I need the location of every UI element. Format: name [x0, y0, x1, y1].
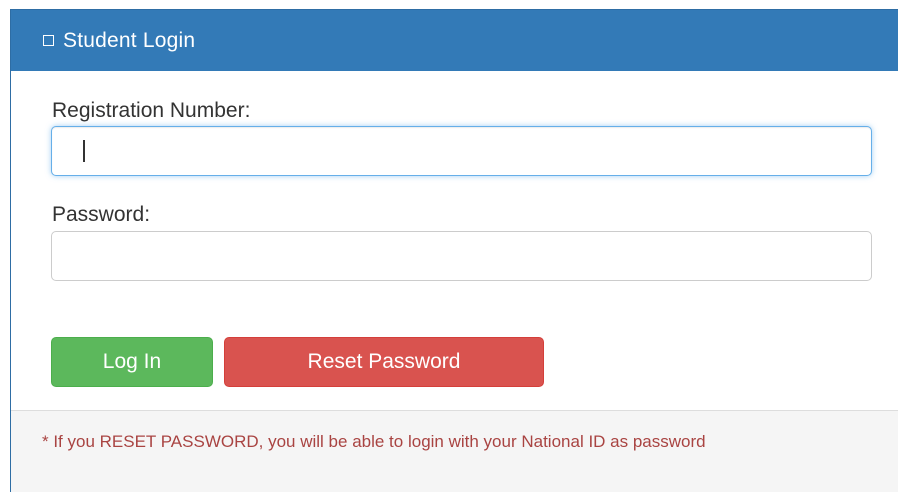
- password-input[interactable]: [51, 231, 872, 281]
- student-login-panel: Student Login Registration Number: Passw…: [10, 9, 898, 492]
- panel-title: Student Login: [63, 28, 196, 52]
- panel-footer: * If you RESET PASSWORD, you will be abl…: [11, 410, 898, 492]
- password-label: Password:: [52, 203, 151, 226]
- square-outline-icon: [43, 35, 54, 46]
- reset-password-button[interactable]: Reset Password: [224, 337, 544, 387]
- panel-heading: Student Login: [11, 10, 898, 71]
- login-button[interactable]: Log In: [51, 337, 213, 387]
- reset-password-note: * If you RESET PASSWORD, you will be abl…: [42, 432, 706, 451]
- registration-number-label: Registration Number:: [52, 99, 251, 122]
- text-cursor: [83, 140, 85, 162]
- registration-number-input[interactable]: [51, 126, 872, 176]
